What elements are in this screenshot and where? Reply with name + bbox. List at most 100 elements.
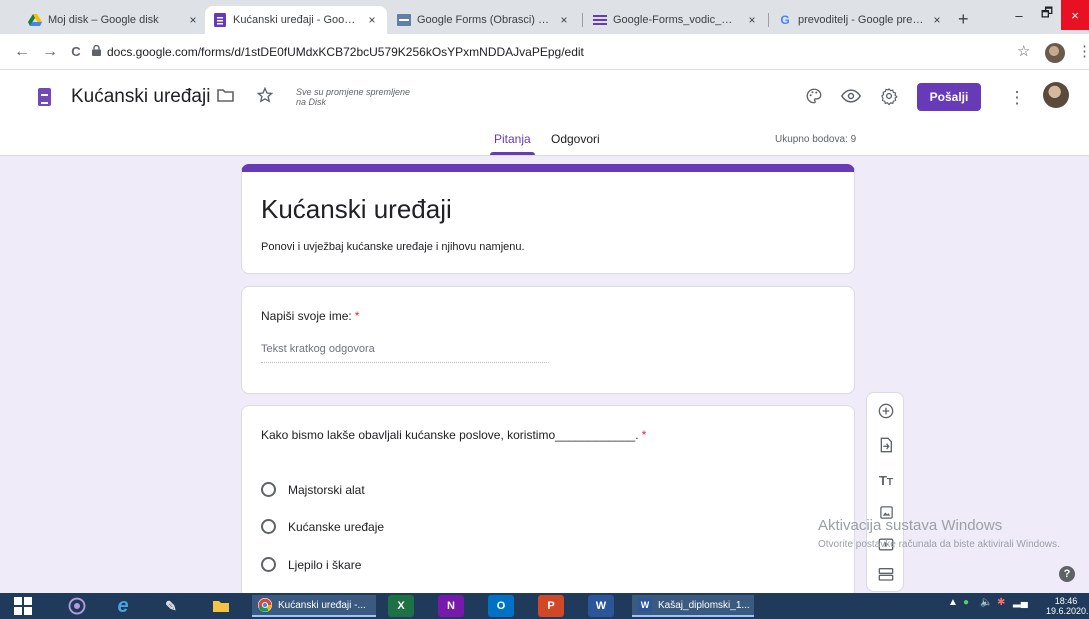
taskbar-chrome-forms[interactable]: Kućanski uređaji -...	[252, 595, 376, 617]
chrome-icon	[258, 598, 272, 612]
browser-tab-google-search[interactable]: G prevoditelj - Google pretraživanje ×	[770, 6, 952, 34]
question-label: Kako bismo lakše obavljali kućanske posl…	[261, 428, 647, 442]
add-title-icon[interactable]: TT	[867, 471, 905, 493]
import-questions-icon[interactable]	[867, 437, 905, 459]
windows-activation-watermark: Aktivacija sustava Windows Otvorite post…	[818, 517, 1078, 552]
close-window-button[interactable]: ×	[1061, 0, 1089, 30]
windows-start-icon[interactable]	[10, 595, 36, 617]
browser-profile-avatar[interactable]	[1045, 43, 1065, 63]
tab-title: Google Forms (Obrasci) - E-laboratorij	[417, 14, 551, 26]
viber-icon[interactable]	[64, 595, 90, 617]
elab-icon	[397, 13, 411, 27]
document-title[interactable]: Kućanski uređaji	[71, 86, 210, 108]
close-icon[interactable]: ×	[557, 13, 571, 27]
back-button[interactable]: ←	[12, 42, 32, 62]
word-doc-icon: W	[638, 598, 652, 612]
volume-icon[interactable]: 🔈	[980, 597, 992, 608]
form-title-card[interactable]: Kućanski uređaji Ponovi i uvježbaj kućan…	[241, 164, 855, 274]
required-asterisk: *	[641, 428, 647, 442]
radio-button[interactable]	[261, 557, 276, 572]
tab-title: Google-Forms_vodic_HR.pdf	[613, 14, 739, 26]
browser-tab-google-drive[interactable]: Moj disk – Google disk ×	[20, 6, 208, 34]
tools-icon[interactable]: ✎	[158, 595, 184, 617]
tab-separator	[582, 13, 583, 27]
close-icon[interactable]: ×	[930, 13, 944, 27]
browser-tab-strip: Moj disk – Google disk × Kućanski uređaj…	[0, 0, 1089, 34]
url-text: docs.google.com/forms/d/1stDE0fUMdxKCB72…	[107, 45, 584, 59]
activation-subtitle: Otvorite postavke računala da biste akti…	[818, 539, 1060, 550]
new-tab-button[interactable]: +	[958, 9, 969, 30]
short-answer-field[interactable]: Tekst kratkog odgovora	[261, 343, 549, 363]
radio-option[interactable]: Ljepilo i škare	[261, 557, 361, 572]
add-image-icon[interactable]	[867, 505, 905, 526]
tray-chevron-icon[interactable]: ▲	[948, 597, 958, 608]
network-icon[interactable]: ✱	[997, 597, 1005, 608]
palette-icon[interactable]	[803, 87, 825, 111]
radio-option[interactable]: Majstorski alat	[261, 482, 365, 497]
powerpoint-icon[interactable]: P	[538, 595, 564, 617]
avatar[interactable]	[1043, 82, 1069, 108]
close-icon[interactable]: ×	[745, 13, 759, 27]
preview-eye-icon[interactable]	[840, 87, 862, 109]
close-icon[interactable]: ×	[365, 13, 379, 27]
save-status: Sve su promjene spremljene na Disk	[296, 87, 411, 107]
pdf-forms-icon	[593, 13, 607, 27]
url-field[interactable]: docs.google.com/forms/d/1stDE0fUMdxKCB72…	[92, 40, 992, 64]
google-forms-icon	[213, 13, 227, 27]
minimize-button[interactable]: –	[1005, 0, 1033, 30]
taskbar-word-document[interactable]: W Kašaj_diplomski_1...	[632, 595, 754, 617]
tray-security-icon[interactable]: ●	[963, 597, 969, 608]
star-icon[interactable]	[256, 86, 274, 108]
more-options-icon[interactable]: ⋮	[1006, 87, 1028, 109]
browser-tab-forms[interactable]: Kućanski uređaji - Google obrasci ×	[205, 6, 387, 34]
send-button[interactable]: Pošalji	[917, 83, 981, 111]
tab-questions[interactable]: Pitanja	[490, 132, 535, 156]
radio-option[interactable]: Kućanske uređaje	[261, 519, 384, 534]
browser-menu-icon[interactable]: ⋮	[1077, 42, 1089, 60]
tab-title: prevoditelj - Google pretraživanje	[798, 14, 924, 26]
bookmark-star-icon[interactable]: ☆	[1017, 42, 1030, 60]
browser-tab-elab[interactable]: Google Forms (Obrasci) - E-laboratorij ×	[389, 6, 579, 34]
question-label: Napiši svoje ime: *	[261, 309, 360, 323]
question-card-choice[interactable]: Kako bismo lakše obavljali kućanske posl…	[241, 405, 855, 605]
forward-button[interactable]: →	[40, 42, 60, 62]
form-title[interactable]: Kućanski uređaji	[261, 194, 452, 225]
tab-title: Moj disk – Google disk	[48, 14, 159, 26]
google-icon: G	[780, 13, 790, 27]
radio-button[interactable]	[261, 482, 276, 497]
signal-icon[interactable]: ▂▄	[1013, 597, 1028, 608]
total-points: Ukupno bodova: 9	[775, 134, 857, 145]
tab-responses[interactable]: Odgovori	[551, 132, 600, 156]
excel-icon[interactable]: X	[388, 595, 414, 617]
form-description[interactable]: Ponovi i uvježbaj kućanske uređaje i nji…	[261, 241, 525, 253]
question-toolbar: TT	[866, 392, 904, 592]
activation-title: Aktivacija sustava Windows	[818, 517, 1003, 534]
add-question-icon[interactable]	[867, 403, 905, 425]
maximize-button[interactable]: 🗗	[1033, 0, 1061, 30]
taskbar-clock[interactable]: 18:46 19.6.2020.	[1046, 596, 1089, 616]
google-drive-icon	[28, 13, 42, 27]
google-forms-logo-icon[interactable]	[38, 88, 51, 106]
browser-tab-pdf[interactable]: Google-Forms_vodic_HR.pdf ×	[585, 6, 767, 34]
settings-gear-icon[interactable]	[878, 87, 900, 111]
internet-explorer-icon[interactable]: e	[110, 595, 136, 617]
close-icon[interactable]: ×	[186, 13, 200, 27]
add-section-icon[interactable]	[867, 567, 905, 587]
outlook-icon[interactable]: O	[488, 595, 514, 617]
forms-header: Kućanski uređaji Sve su promjene spremlj…	[0, 70, 1089, 156]
radio-button[interactable]	[261, 519, 276, 534]
folder-icon[interactable]	[217, 87, 234, 107]
onenote-icon[interactable]: N	[438, 595, 464, 617]
file-explorer-icon[interactable]	[208, 595, 234, 617]
lock-icon	[92, 44, 101, 59]
question-card-name[interactable]: Napiši svoje ime: * Tekst kratkog odgovor…	[241, 286, 855, 394]
word-icon[interactable]: W	[588, 595, 614, 617]
add-video-icon[interactable]	[867, 537, 905, 558]
windows-taskbar: e ✎ Kućanski uređaji -... X N O P W W Ka…	[0, 593, 1089, 619]
tab-separator	[768, 13, 769, 27]
required-asterisk: *	[354, 309, 360, 323]
tab-title: Kućanski uređaji - Google obrasci	[233, 14, 359, 26]
help-icon[interactable]: ?	[1059, 566, 1075, 582]
address-bar: ← → C docs.google.com/forms/d/1stDE0fUMd…	[0, 34, 1089, 70]
reload-button[interactable]: C	[66, 42, 86, 62]
